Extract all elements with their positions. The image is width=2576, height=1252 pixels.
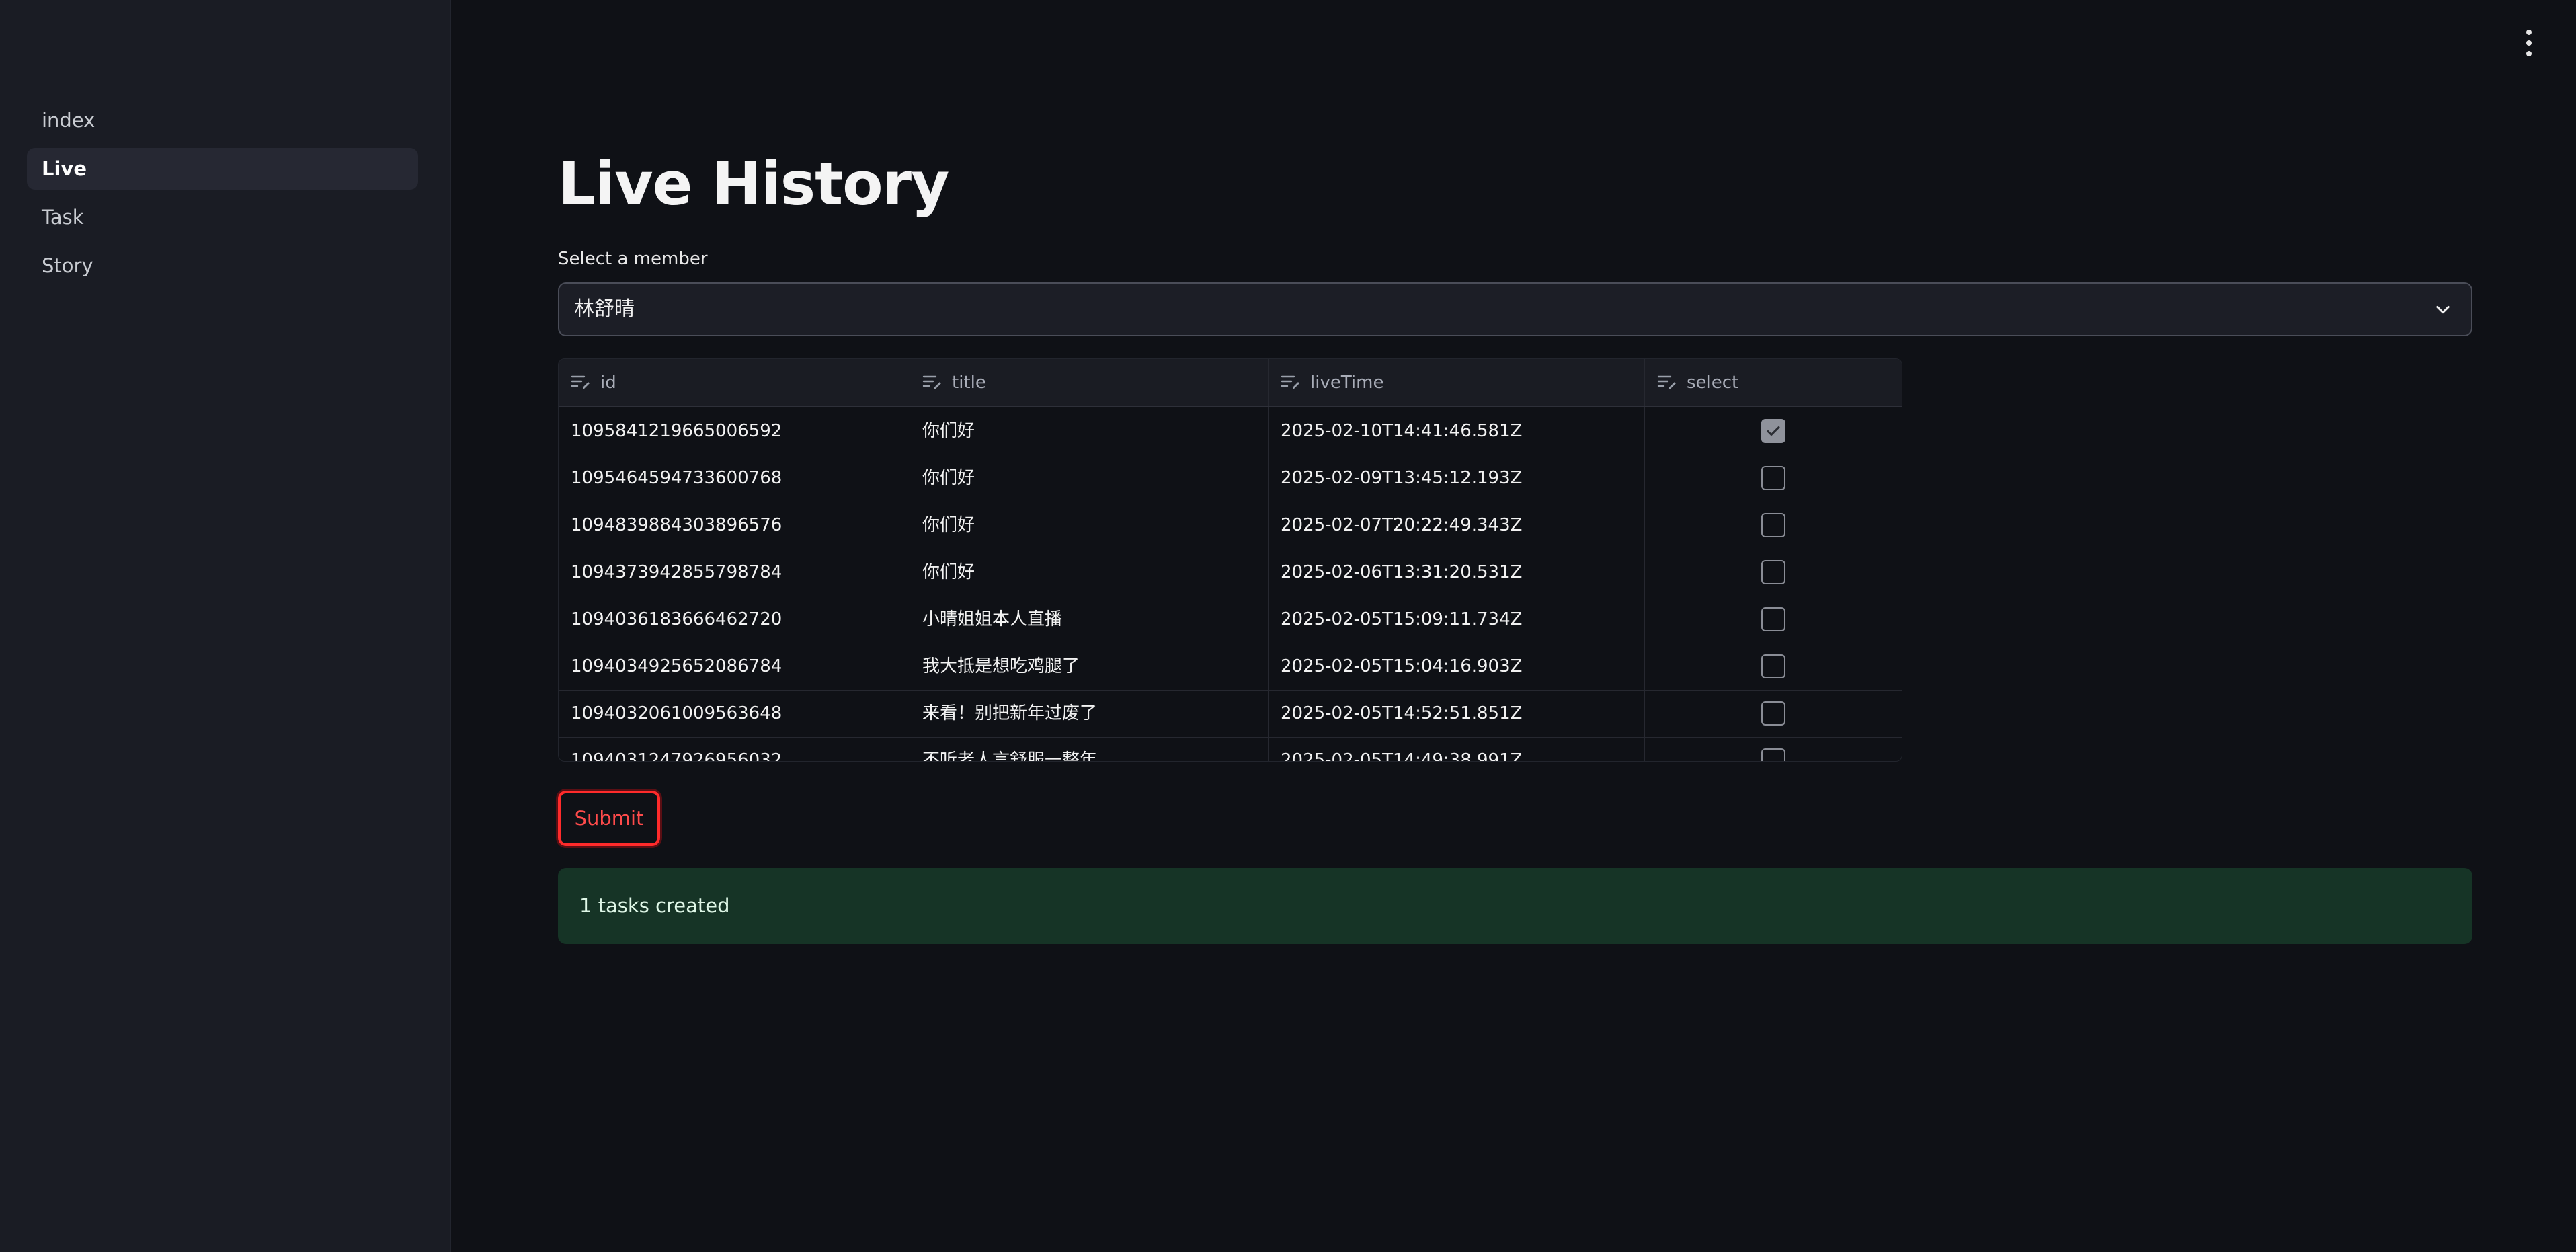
cell-title[interactable]: 你们好 bbox=[910, 455, 1269, 502]
cell-select bbox=[1645, 549, 1902, 596]
column-header-livetime[interactable]: liveTime bbox=[1269, 359, 1645, 406]
cell-id[interactable]: 1094032061009563648 bbox=[559, 690, 910, 737]
menu-dot bbox=[2526, 40, 2532, 46]
success-alert-message: 1 tasks created bbox=[579, 894, 730, 917]
row-select-checkbox[interactable] bbox=[1761, 701, 1785, 726]
sidebar-item-index[interactable]: index bbox=[27, 100, 418, 141]
cell-title[interactable]: 我大抵是想吃鸡腿了 bbox=[910, 643, 1269, 690]
cell-livetime[interactable]: 2025-02-06T13:31:20.531Z bbox=[1269, 549, 1645, 596]
column-header-title[interactable]: title bbox=[910, 359, 1269, 406]
cell-title[interactable]: 你们好 bbox=[910, 549, 1269, 596]
column-header-id[interactable]: id bbox=[559, 359, 910, 406]
cell-livetime[interactable]: 2025-02-05T14:49:38.991Z bbox=[1269, 737, 1645, 761]
cell-select bbox=[1645, 737, 1902, 761]
cell-id[interactable]: 1094373942855798784 bbox=[559, 549, 910, 596]
row-select-checkbox[interactable] bbox=[1761, 466, 1785, 490]
column-header-select[interactable]: select bbox=[1645, 359, 1902, 406]
text-column-icon bbox=[1657, 375, 1676, 389]
kebab-menu-icon[interactable] bbox=[2524, 30, 2534, 56]
member-select[interactable]: 林舒晴 bbox=[558, 282, 2472, 336]
table-row: 1094034925652086784 我大抵是想吃鸡腿了 2025-02-05… bbox=[559, 643, 1902, 691]
table-header-row: id title liveTime select bbox=[559, 359, 1902, 407]
chevron-down-icon bbox=[2436, 305, 2450, 314]
cell-id[interactable]: 1094031247926956032 bbox=[559, 737, 910, 761]
cell-livetime[interactable]: 2025-02-05T14:52:51.851Z bbox=[1269, 690, 1645, 737]
menu-dot bbox=[2526, 51, 2532, 56]
sidebar-item-story[interactable]: Story bbox=[27, 245, 418, 286]
cell-livetime[interactable]: 2025-02-10T14:41:46.581Z bbox=[1269, 407, 1645, 455]
row-select-checkbox[interactable] bbox=[1761, 513, 1785, 537]
table-row: 1094031247926956032 不听老人言舒服一整年 2025-02-0… bbox=[559, 737, 1902, 761]
table-row: 1094373942855798784 你们好 2025-02-06T13:31… bbox=[559, 549, 1902, 596]
sidebar-nav: index Live Task Story bbox=[27, 100, 418, 293]
cell-livetime[interactable]: 2025-02-07T20:22:49.343Z bbox=[1269, 502, 1645, 549]
submit-button[interactable]: Submit bbox=[558, 791, 660, 846]
cell-title[interactable]: 你们好 bbox=[910, 502, 1269, 549]
success-alert: 1 tasks created bbox=[558, 868, 2472, 944]
cell-id[interactable]: 1095464594733600768 bbox=[559, 455, 910, 502]
member-select-value: 林舒晴 bbox=[574, 297, 635, 321]
column-header-label: title bbox=[952, 373, 986, 393]
cell-id[interactable]: 1094034925652086784 bbox=[559, 643, 910, 690]
cell-title[interactable]: 小晴姐姐本人直播 bbox=[910, 596, 1269, 643]
cell-select bbox=[1645, 643, 1902, 690]
main-content: Live History Select a member 林舒晴 id titl… bbox=[558, 0, 2472, 1252]
column-header-label: select bbox=[1687, 373, 1739, 393]
cell-select bbox=[1645, 690, 1902, 737]
row-select-checkbox[interactable] bbox=[1761, 654, 1785, 678]
row-select-checkbox[interactable] bbox=[1761, 748, 1785, 761]
table-row: 1095464594733600768 你们好 2025-02-09T13:45… bbox=[559, 455, 1902, 502]
cell-select bbox=[1645, 407, 1902, 455]
cell-livetime[interactable]: 2025-02-05T15:09:11.734Z bbox=[1269, 596, 1645, 643]
column-header-label: id bbox=[600, 373, 616, 393]
table-row: 1094032061009563648 来看！别把新年过废了 2025-02-0… bbox=[559, 690, 1902, 738]
cell-select bbox=[1645, 596, 1902, 643]
cell-livetime[interactable]: 2025-02-09T13:45:12.193Z bbox=[1269, 455, 1645, 502]
cell-title[interactable]: 不听老人言舒服一整年 bbox=[910, 737, 1269, 761]
row-select-checkbox[interactable] bbox=[1761, 419, 1785, 443]
cell-id[interactable]: 1094839884303896576 bbox=[559, 502, 910, 549]
row-select-checkbox[interactable] bbox=[1761, 607, 1785, 631]
menu-dot bbox=[2526, 30, 2532, 35]
cell-title[interactable]: 来看！别把新年过废了 bbox=[910, 690, 1269, 737]
sidebar-item-task[interactable]: Task bbox=[27, 196, 418, 238]
text-column-icon bbox=[922, 375, 941, 389]
cell-select bbox=[1645, 502, 1902, 549]
cell-select bbox=[1645, 455, 1902, 502]
table-row: 1094036183666462720 小晴姐姐本人直播 2025-02-05T… bbox=[559, 596, 1902, 643]
checkmark-icon bbox=[1767, 426, 1780, 436]
row-select-checkbox[interactable] bbox=[1761, 560, 1785, 584]
cell-id[interactable]: 1094036183666462720 bbox=[559, 596, 910, 643]
table-row: 1094839884303896576 你们好 2025-02-07T20:22… bbox=[559, 502, 1902, 549]
sidebar-item-live[interactable]: Live bbox=[27, 148, 418, 190]
text-column-icon bbox=[571, 375, 590, 389]
column-header-label: liveTime bbox=[1310, 373, 1384, 393]
live-history-table[interactable]: id title liveTime select 109584121966500… bbox=[558, 358, 1902, 762]
cell-id[interactable]: 1095841219665006592 bbox=[559, 407, 910, 455]
page-title: Live History bbox=[558, 149, 949, 219]
table-row: 1095841219665006592 你们好 2025-02-10T14:41… bbox=[559, 407, 1902, 455]
cell-title[interactable]: 你们好 bbox=[910, 407, 1269, 455]
cell-livetime[interactable]: 2025-02-05T15:04:16.903Z bbox=[1269, 643, 1645, 690]
app-root: index Live Task Story Live History Selec… bbox=[0, 0, 2576, 1252]
member-select-label: Select a member bbox=[558, 249, 708, 269]
text-column-icon bbox=[1281, 375, 1299, 389]
sidebar: index Live Task Story bbox=[0, 0, 451, 1252]
